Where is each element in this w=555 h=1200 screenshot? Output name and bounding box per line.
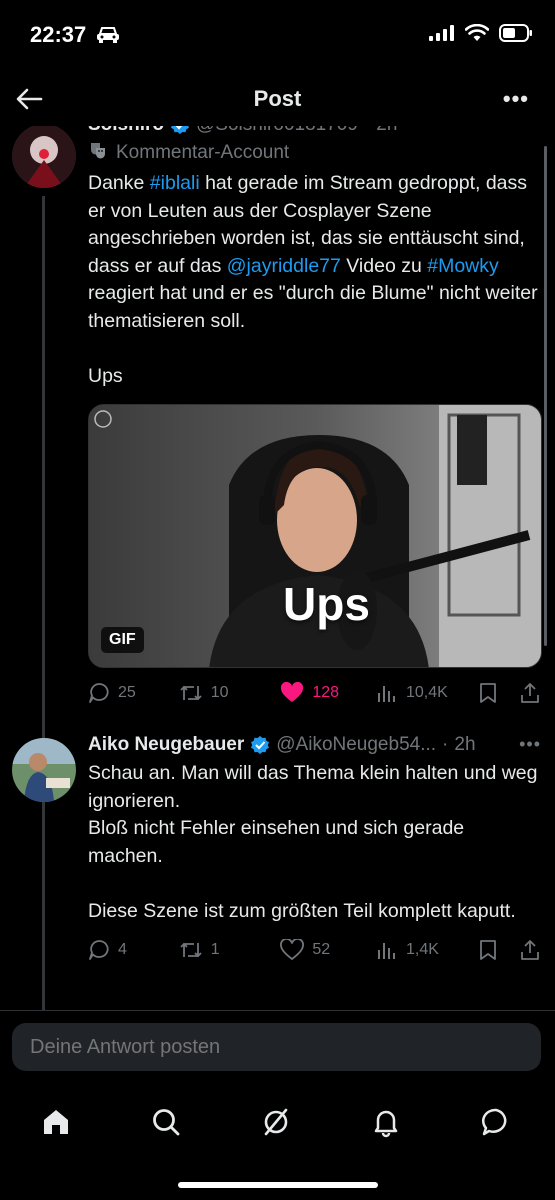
verified-badge-icon: [170, 126, 190, 135]
heart-icon: [280, 939, 305, 961]
author-name[interactable]: Aiko Neugebauer: [88, 734, 244, 756]
avatar[interactable]: [12, 126, 76, 188]
car-icon: [96, 26, 120, 49]
status-bar: 22:37: [0, 0, 555, 70]
reply-count: 4: [118, 941, 127, 958]
share-button[interactable]: [519, 682, 541, 704]
share-icon: [521, 940, 539, 960]
reply-button[interactable]: 4: [88, 939, 179, 961]
tweet[interactable]: Aiko Neugebauer @AikoNeugeb54... · 2h ••…: [0, 724, 555, 1004]
views-count: 10,4K: [405, 684, 448, 701]
wifi-icon: [464, 23, 490, 47]
views-icon: [377, 686, 395, 702]
repost-button[interactable]: 1: [179, 939, 281, 961]
like-count: 128: [312, 684, 340, 701]
tweet[interactable]: Solshiro @Solshiro0181709 · 2h Kommentar…: [0, 126, 555, 704]
bookmark-button[interactable]: [478, 939, 519, 961]
reply-icon: [89, 940, 109, 960]
views-count: 1,4K: [405, 941, 439, 958]
search-icon[interactable]: [146, 1102, 186, 1142]
home-icon[interactable]: [36, 1102, 76, 1142]
notifications-icon[interactable]: [366, 1102, 406, 1142]
gif-badge: GIF: [101, 627, 144, 653]
like-button[interactable]: 52: [280, 939, 376, 961]
repost-icon: [180, 685, 202, 701]
mention-link[interactable]: @jayriddle77: [227, 255, 341, 277]
hashtag-link[interactable]: #Mowky: [427, 255, 499, 277]
reply-composer: [0, 1010, 555, 1090]
tweet-text: Danke #iblali hat gerade im Stream gedro…: [88, 172, 538, 387]
repost-button[interactable]: 10: [179, 682, 281, 704]
tweet-time: 2h: [454, 734, 476, 755]
reply-count: 25: [118, 684, 136, 701]
reply-button[interactable]: 25: [88, 682, 179, 704]
verified-badge-icon: [250, 735, 270, 755]
grok-icon[interactable]: [256, 1102, 296, 1142]
page-title: Post: [253, 86, 302, 111]
tweet-author-row: Aiko Neugebauer @AikoNeugeb54... · 2h: [88, 734, 476, 756]
hashtag-link[interactable]: #iblali: [150, 172, 200, 194]
reply-icon: [89, 683, 109, 703]
tweet-actions: 25 10 128 10,4K: [88, 682, 541, 704]
share-button[interactable]: [519, 939, 541, 961]
like-button[interactable]: 128: [280, 682, 376, 704]
tweet-actions: 4 1 52 1,4K: [88, 939, 541, 961]
author-handle[interactable]: @AikoNeugeb54...: [276, 734, 436, 756]
messages-icon[interactable]: [476, 1102, 516, 1142]
theater-masks-icon: [88, 140, 108, 166]
tweet-time: 2h: [376, 126, 397, 136]
gif-caption: Ups: [283, 578, 370, 630]
account-label-text: Kommentar-Account: [116, 142, 290, 163]
bookmark-icon: [479, 940, 496, 960]
views-button[interactable]: 1,4K: [376, 939, 478, 961]
signal-icon: [429, 25, 455, 46]
repost-count: 1: [210, 941, 220, 958]
tab-bar: [0, 1090, 555, 1200]
post-header: Post •••: [0, 70, 555, 126]
avatar[interactable]: [12, 738, 76, 802]
repost-icon: [180, 942, 202, 958]
reply-input[interactable]: [12, 1023, 541, 1071]
home-indicator[interactable]: [178, 1182, 378, 1188]
tweet-more-icon[interactable]: •••: [519, 734, 541, 755]
tweet-author-row: Solshiro @Solshiro0181709 · 2h: [88, 126, 541, 136]
heart-filled-icon: [281, 682, 304, 702]
repost-count: 10: [210, 684, 229, 701]
author-handle[interactable]: @Solshiro0181709: [196, 126, 358, 136]
tweet-text: Schau an. Man will das Thema klein halte…: [88, 762, 538, 922]
gif-media[interactable]: Ups GIF: [88, 404, 542, 668]
share-icon: [521, 683, 539, 703]
bookmark-button[interactable]: [478, 682, 519, 704]
bookmark-icon: [479, 683, 496, 703]
views-button[interactable]: 10,4K: [376, 682, 478, 704]
like-count: 52: [312, 941, 331, 958]
battery-icon: [499, 24, 533, 47]
views-icon: [377, 943, 395, 959]
more-options-icon[interactable]: •••: [503, 86, 529, 112]
status-time: 22:37: [30, 22, 87, 47]
thread: Solshiro @Solshiro0181709 · 2h Kommentar…: [0, 126, 555, 1010]
author-name[interactable]: Solshiro: [88, 126, 164, 136]
account-label: Kommentar-Account: [88, 140, 541, 166]
